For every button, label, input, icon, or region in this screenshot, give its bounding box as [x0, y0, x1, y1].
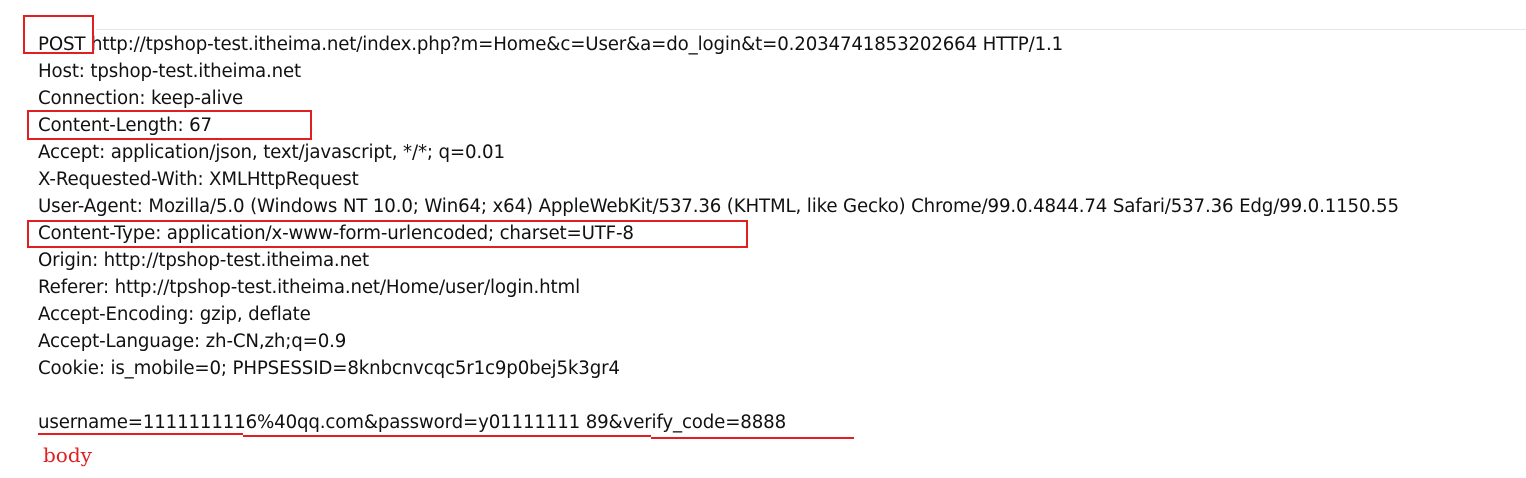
user-agent-header: User-Agent: Mozilla/5.0 (Windows NT 10.0…: [38, 196, 1399, 217]
x-requested-with-header: X-Requested-With: XMLHttpRequest: [38, 169, 359, 190]
content-length-highlight-box: [27, 110, 312, 140]
connection-header: Connection: keep-alive: [38, 88, 244, 109]
body-underline-verify-code: [651, 437, 854, 439]
accept-encoding-header: Accept-Encoding: gzip, deflate: [38, 304, 311, 325]
top-divider: [96, 29, 1526, 30]
accept-language-header: Accept-Language: zh-CN,zh;q=0.9: [38, 331, 347, 352]
content-type-highlight-box: [27, 220, 748, 248]
post-method-highlight-box: [23, 15, 94, 54]
accept-header: Accept: application/json, text/javascrip…: [38, 142, 505, 163]
request-body: username=1111111116%40qq.com&password=y0…: [38, 412, 786, 433]
request-line: POST http://tpshop-test.itheima.net/inde…: [38, 34, 1064, 55]
body-underline-username: [38, 433, 243, 435]
host-header: Host: tpshop-test.itheima.net: [38, 61, 302, 82]
referer-header: Referer: http://tpshop-test.itheima.net/…: [38, 277, 580, 298]
origin-header: Origin: http://tpshop-test.itheima.net: [38, 250, 369, 271]
body-underline-password: [243, 435, 651, 437]
cookie-header: Cookie: is_mobile=0; PHPSESSID=8knbcnvcq…: [38, 358, 620, 379]
body-annotation-label: body: [43, 443, 92, 467]
